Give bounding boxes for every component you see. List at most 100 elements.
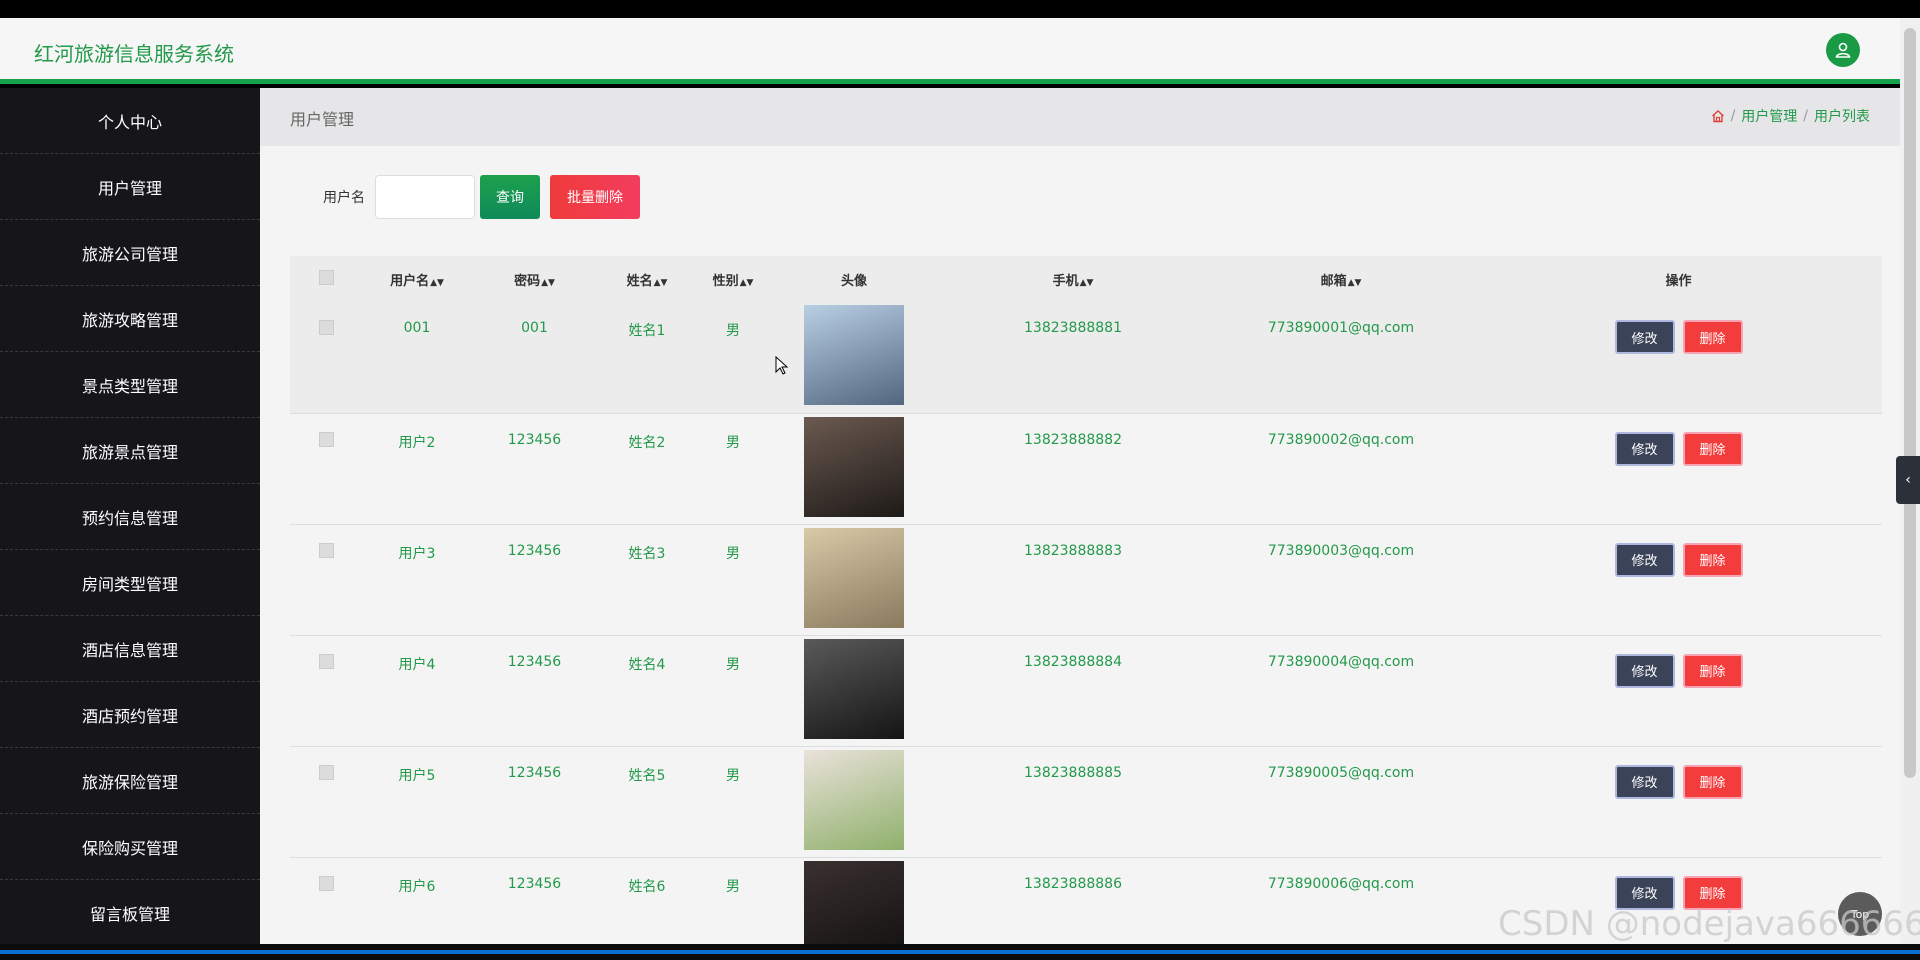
delete-button[interactable]: 删除 xyxy=(1682,542,1743,577)
table-row: 用户4 123456 姓名4 男 13823888884 773890004@q… xyxy=(290,635,1882,746)
cell-phone: 13823888884 xyxy=(1024,653,1122,670)
sidebar-item-label: 留言板管理 xyxy=(89,904,170,924)
cell-gender: 男 xyxy=(726,323,740,339)
sidebar-item-label: 个人中心 xyxy=(97,112,162,132)
user-avatar-photo xyxy=(804,305,904,405)
table-row: 用户2 123456 姓名2 男 13823888882 773890002@q… xyxy=(290,413,1882,524)
cell-username: 用户5 xyxy=(398,767,436,784)
delete-button[interactable]: 删除 xyxy=(1682,320,1743,354)
header-email[interactable]: 邮箱▲▼ xyxy=(1207,256,1475,302)
taskbar-progress-line xyxy=(0,950,1920,954)
sort-icon[interactable]: ▲▼ xyxy=(1080,278,1094,288)
row-checkbox[interactable] xyxy=(318,542,334,558)
cell-phone: 13823888883 xyxy=(1024,542,1122,559)
cell-gender: 男 xyxy=(726,878,740,895)
user-avatar-photo xyxy=(804,749,904,850)
select-all-checkbox[interactable] xyxy=(318,269,334,285)
watermark: CSDN @nodejava666666 xyxy=(1498,904,1920,944)
sidebar-item-label: 酒店信息管理 xyxy=(81,640,178,660)
sidebar-item-hotel-info[interactable]: 酒店信息管理 xyxy=(0,616,260,682)
row-checkbox[interactable] xyxy=(318,764,334,780)
sidebar-item-user-management[interactable]: 用户管理 xyxy=(0,154,260,220)
edit-button[interactable]: 修改 xyxy=(1614,542,1675,577)
username-search-input[interactable] xyxy=(375,175,475,219)
delete-button[interactable]: 删除 xyxy=(1682,653,1743,688)
user-avatar-photo xyxy=(804,860,904,944)
edit-button[interactable]: 修改 xyxy=(1614,764,1675,799)
sidebar-item-label: 旅游公司管理 xyxy=(81,244,178,264)
header-gender[interactable]: 性别▲▼ xyxy=(697,256,769,302)
sort-icon[interactable]: ▲▼ xyxy=(541,278,555,288)
header-name[interactable]: 姓名▲▼ xyxy=(597,256,697,302)
sidebar-item-label: 旅游攻略管理 xyxy=(81,310,178,330)
cell-password: 123456 xyxy=(507,431,562,448)
cell-name: 姓名4 xyxy=(628,656,666,673)
sidebar-item-travel-insurance[interactable]: 旅游保险管理 xyxy=(0,748,260,814)
cell-email: 773890005@qq.com xyxy=(1267,764,1415,781)
batch-delete-button[interactable]: 批量删除 xyxy=(550,175,640,219)
header-select-all[interactable] xyxy=(290,256,362,302)
home-icon[interactable] xyxy=(1711,109,1725,123)
query-button[interactable]: 查询 xyxy=(480,175,540,219)
search-bar: 用户名 查询 批量删除 xyxy=(323,174,640,220)
cell-email: 773890002@qq.com xyxy=(1267,431,1415,448)
sidebar-item-label: 旅游景点管理 xyxy=(81,442,178,462)
sidebar: 个人中心 用户管理 旅游公司管理 旅游攻略管理 景点类型管理 旅游景点管理 预约… xyxy=(0,88,260,946)
user-avatar-button[interactable] xyxy=(1826,33,1860,67)
sidebar-item-travel-guide[interactable]: 旅游攻略管理 xyxy=(0,286,260,352)
cell-gender: 男 xyxy=(726,545,740,562)
sidebar-item-room-type[interactable]: 房间类型管理 xyxy=(0,550,260,616)
table-row: 用户3 123456 姓名3 男 13823888883 773890003@q… xyxy=(290,524,1882,635)
scrollbar-thumb[interactable] xyxy=(1904,28,1916,778)
cell-email: 773890004@qq.com xyxy=(1267,653,1415,670)
edit-button[interactable]: 修改 xyxy=(1614,320,1675,354)
screen-top-bar xyxy=(0,0,1920,18)
sidebar-item-travel-company[interactable]: 旅游公司管理 xyxy=(0,220,260,286)
header-avatar: 头像 xyxy=(840,273,867,289)
header-actions: 操作 xyxy=(1665,273,1692,289)
cell-username: 用户3 xyxy=(398,545,436,562)
row-checkbox[interactable] xyxy=(318,653,334,669)
cell-password: 123456 xyxy=(507,875,562,892)
panel-toggle-button[interactable]: ‹ xyxy=(1896,456,1920,504)
sidebar-item-reservation[interactable]: 预约信息管理 xyxy=(0,484,260,550)
breadcrumb-user-list: 用户列表 xyxy=(1814,109,1870,125)
header-password[interactable]: 密码▲▼ xyxy=(472,256,597,302)
sidebar-item-personal-center[interactable]: 个人中心 xyxy=(0,88,260,154)
row-checkbox[interactable] xyxy=(318,320,334,335)
sort-icon[interactable]: ▲▼ xyxy=(740,278,754,288)
main-content: 用户管理 / 用户管理 / 用户列表 用户名 查询 批量删除 用户名▲▼ 密码▲… xyxy=(260,88,1900,944)
sort-icon[interactable]: ▲▼ xyxy=(1348,278,1362,288)
header-phone[interactable]: 手机▲▼ xyxy=(939,256,1207,302)
sidebar-item-message-board[interactable]: 留言板管理 xyxy=(0,880,260,946)
header-username[interactable]: 用户名▲▼ xyxy=(362,256,472,302)
row-checkbox[interactable] xyxy=(318,431,334,447)
table-header: 用户名▲▼ 密码▲▼ 姓名▲▼ 性别▲▼ 头像 手机▲▼ 邮箱▲▼ 操作 xyxy=(290,256,1882,302)
delete-button[interactable]: 删除 xyxy=(1682,431,1743,466)
sidebar-item-label: 房间类型管理 xyxy=(81,574,178,594)
user-avatar-photo xyxy=(804,416,904,517)
cell-phone: 13823888885 xyxy=(1024,764,1122,781)
edit-button[interactable]: 修改 xyxy=(1614,431,1675,466)
sidebar-item-label: 酒店预约管理 xyxy=(81,706,178,726)
sidebar-item-scenic-spot[interactable]: 旅游景点管理 xyxy=(0,418,260,484)
user-icon xyxy=(1835,42,1851,58)
app-header: 红河旅游信息服务系统 xyxy=(0,18,1900,84)
sort-icon[interactable]: ▲▼ xyxy=(654,278,668,288)
sidebar-item-hotel-booking[interactable]: 酒店预约管理 xyxy=(0,682,260,748)
row-checkbox[interactable] xyxy=(318,875,334,891)
sidebar-item-label: 用户管理 xyxy=(97,178,162,198)
cell-password: 123456 xyxy=(507,653,562,670)
sidebar-item-insurance-purchase[interactable]: 保险购买管理 xyxy=(0,814,260,880)
sidebar-item-scenic-type[interactable]: 景点类型管理 xyxy=(0,352,260,418)
title-bar: 用户管理 / 用户管理 / 用户列表 xyxy=(260,88,1900,146)
breadcrumb-user-management[interactable]: 用户管理 xyxy=(1741,106,1797,126)
cell-email: 773890006@qq.com xyxy=(1267,875,1415,892)
breadcrumb-separator: / xyxy=(1730,108,1736,124)
edit-button[interactable]: 修改 xyxy=(1614,653,1675,688)
cell-name: 姓名6 xyxy=(628,878,666,895)
cell-username: 001 xyxy=(403,320,431,336)
sort-icon[interactable]: ▲▼ xyxy=(430,278,444,288)
cell-password: 001 xyxy=(521,320,548,336)
delete-button[interactable]: 删除 xyxy=(1682,764,1743,799)
